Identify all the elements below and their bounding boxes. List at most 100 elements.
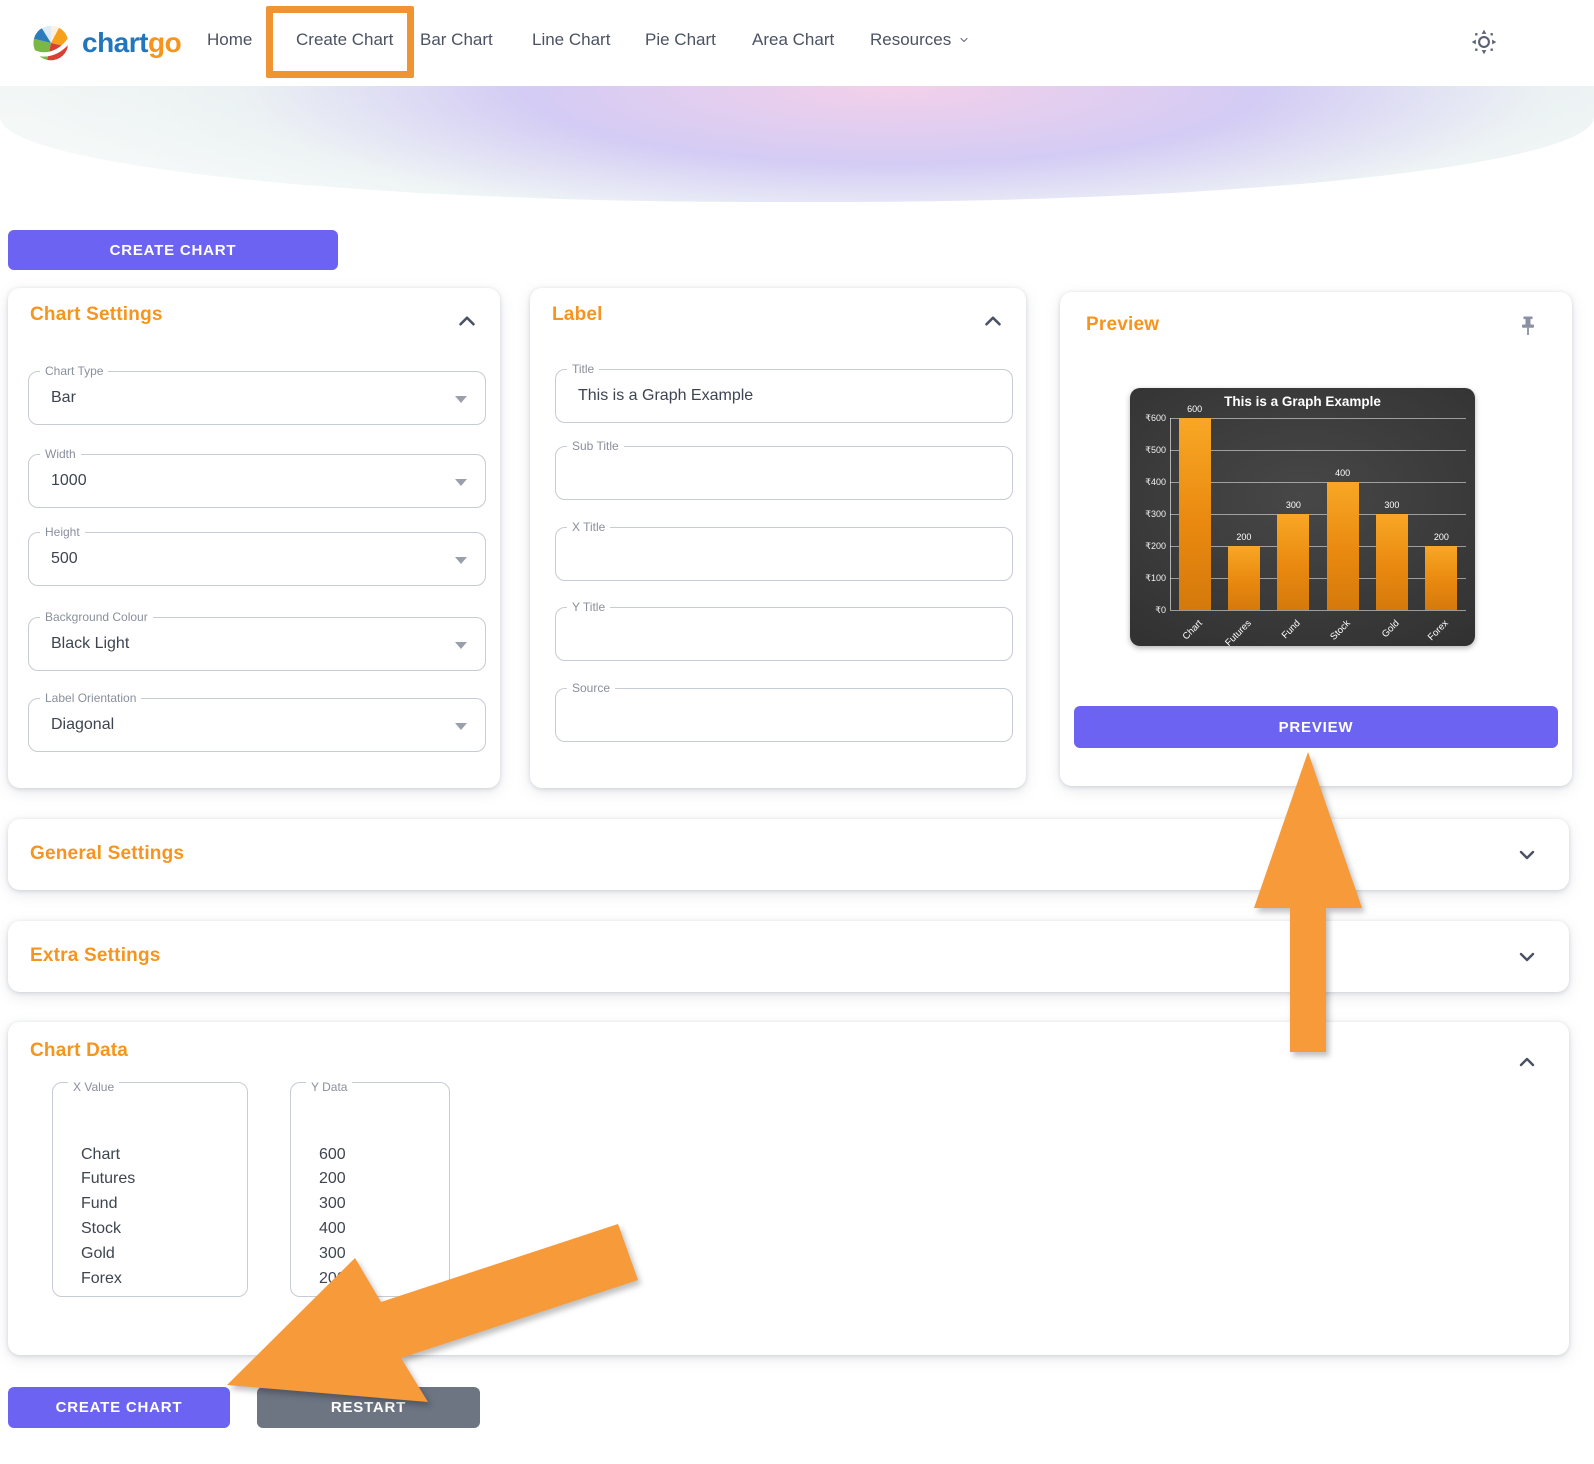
chevron-down-icon [1515,843,1539,867]
preview-bar-value-label: 400 [1318,468,1367,478]
chart-settings-collapse-button[interactable] [454,308,480,334]
preview-bar [1277,514,1309,610]
pin-button[interactable] [1516,314,1542,340]
nav-item-bar-chart[interactable]: Bar Chart [420,30,493,50]
navbar: chartgo Home Create Chart Bar Chart Line… [0,0,1594,86]
preview-chart-image: This is a Graph Example ₹0₹100₹200₹300₹4… [1130,388,1475,646]
brand-word-chart: chart [82,27,148,58]
nav-item-create-chart[interactable]: Create Chart [296,30,393,50]
title-input[interactable]: Title This is a Graph Example [555,369,1013,423]
preview-gridline [1170,610,1466,611]
chart-settings-panel: Chart Settings Chart Type Bar Width 1000… [8,288,500,788]
sub-title-label: Sub Title [567,439,624,453]
background-colour-value: Black Light [51,618,129,670]
resources-label: Resources [870,30,951,49]
height-select[interactable]: Height 500 [28,532,486,586]
preview-x-tick-label: Stock [1301,618,1353,646]
pin-icon [1516,314,1540,338]
chart-data-collapse-button[interactable] [1515,1050,1541,1076]
preview-y-tick-label: ₹500 [1130,445,1166,456]
preview-gridline [1170,450,1466,451]
chevron-down-icon [1515,945,1539,969]
extra-settings-heading: Extra Settings [30,945,161,967]
x-values-content: Chart Futures Fund Stock Gold Forex [81,1146,135,1287]
preview-gridline [1170,482,1466,483]
create-chart-top-button[interactable]: CREATE CHART [8,230,338,270]
sub-title-input[interactable]: Sub Title [555,446,1013,500]
general-settings-panel: General Settings [8,819,1569,890]
preview-button[interactable]: PREVIEW [1074,706,1558,748]
y-title-label: Y Title [567,600,610,614]
x-title-input[interactable]: X Title [555,527,1013,581]
preview-gridline [1170,578,1466,579]
height-value: 500 [51,533,78,585]
nav-item-area-chart[interactable]: Area Chart [752,30,834,50]
preview-gridline [1170,418,1466,419]
chevron-up-icon [1515,1050,1539,1074]
label-panel: Label Title This is a Graph Example Sub … [530,288,1026,788]
source-input[interactable]: Source [555,688,1013,742]
preview-y-tick-label: ₹0 [1130,605,1166,616]
chart-type-select[interactable]: Chart Type Bar [28,371,486,425]
hero-gradient-banner [0,86,1594,202]
dropdown-caret-icon [455,396,467,403]
brand-word-go: go [148,27,181,58]
preview-panel: Preview This is a Graph Example ₹0₹100₹2… [1060,292,1572,786]
general-settings-expand-button[interactable] [1515,843,1541,869]
nav-item-pie-chart[interactable]: Pie Chart [645,30,716,50]
y-values-content: 600 200 300 400 300 200 [319,1146,346,1287]
preview-y-tick-label: ₹100 [1130,573,1166,584]
preview-y-tick-label: ₹400 [1130,477,1166,488]
preview-x-tick-label: Futures [1202,618,1254,646]
extra-settings-panel: Extra Settings [8,921,1569,992]
nav-item-home[interactable]: Home [207,30,252,50]
chartgo-create-chart-page: chartgo Home Create Chart Bar Chart Line… [0,0,1594,1464]
dropdown-caret-icon [455,723,467,730]
preview-heading: Preview [1086,314,1159,336]
label-collapse-button[interactable] [980,308,1006,334]
nav-item-line-chart[interactable]: Line Chart [532,30,610,50]
width-select[interactable]: Width 1000 [28,454,486,508]
chevron-up-icon [980,308,1006,334]
brand-logo[interactable]: chartgo [28,17,181,69]
chevron-down-icon [958,30,970,50]
x-value-textarea[interactable]: X Value Chart Futures Fund Stock Gold Fo… [52,1082,248,1297]
preview-bar-value-label: 300 [1269,500,1318,510]
y-title-input[interactable]: Y Title [555,607,1013,661]
preview-x-tick-label: Fund [1251,618,1303,646]
restart-button[interactable]: RESTART [257,1387,480,1428]
dropdown-caret-icon [455,557,467,564]
preview-bar [1228,546,1260,610]
preview-bar-value-label: 600 [1170,404,1219,414]
sun-icon [1470,28,1498,56]
preview-gridline [1170,546,1466,547]
preview-bar [1376,514,1408,610]
label-orientation-select[interactable]: Label Orientation Diagonal [28,698,486,752]
theme-toggle-button[interactable] [1470,28,1498,56]
x-title-label: X Title [567,520,610,534]
extra-settings-expand-button[interactable] [1515,945,1541,971]
preview-gridline [1170,514,1466,515]
preview-y-tick-label: ₹600 [1130,413,1166,424]
create-chart-bottom-button[interactable]: CREATE CHART [8,1387,230,1428]
y-data-label: Y Data [306,1075,352,1100]
y-data-textarea[interactable]: Y Data 600 200 300 400 300 200 [290,1082,450,1297]
background-colour-select[interactable]: Background Colour Black Light [28,617,486,671]
preview-bar [1425,546,1457,610]
title-value: This is a Graph Example [578,370,753,422]
chart-type-value: Bar [51,372,76,424]
preview-bar [1327,482,1359,610]
chevron-up-icon [454,308,480,334]
preview-x-tick-label: Forex [1399,618,1451,646]
nav-item-resources[interactable]: Resources [870,30,970,50]
preview-x-tick-label: Chart [1153,618,1205,646]
preview-bar-value-label: 200 [1219,532,1268,542]
preview-y-tick-label: ₹300 [1130,509,1166,520]
preview-x-tick-label: Gold [1350,618,1402,646]
label-heading: Label [552,304,603,326]
preview-bar-value-label: 300 [1367,500,1416,510]
source-label: Source [567,681,615,695]
chart-settings-heading: Chart Settings [30,304,163,326]
width-value: 1000 [51,455,87,507]
chart-data-panel: Chart Data X Value Chart Futures Fund St… [8,1022,1569,1355]
